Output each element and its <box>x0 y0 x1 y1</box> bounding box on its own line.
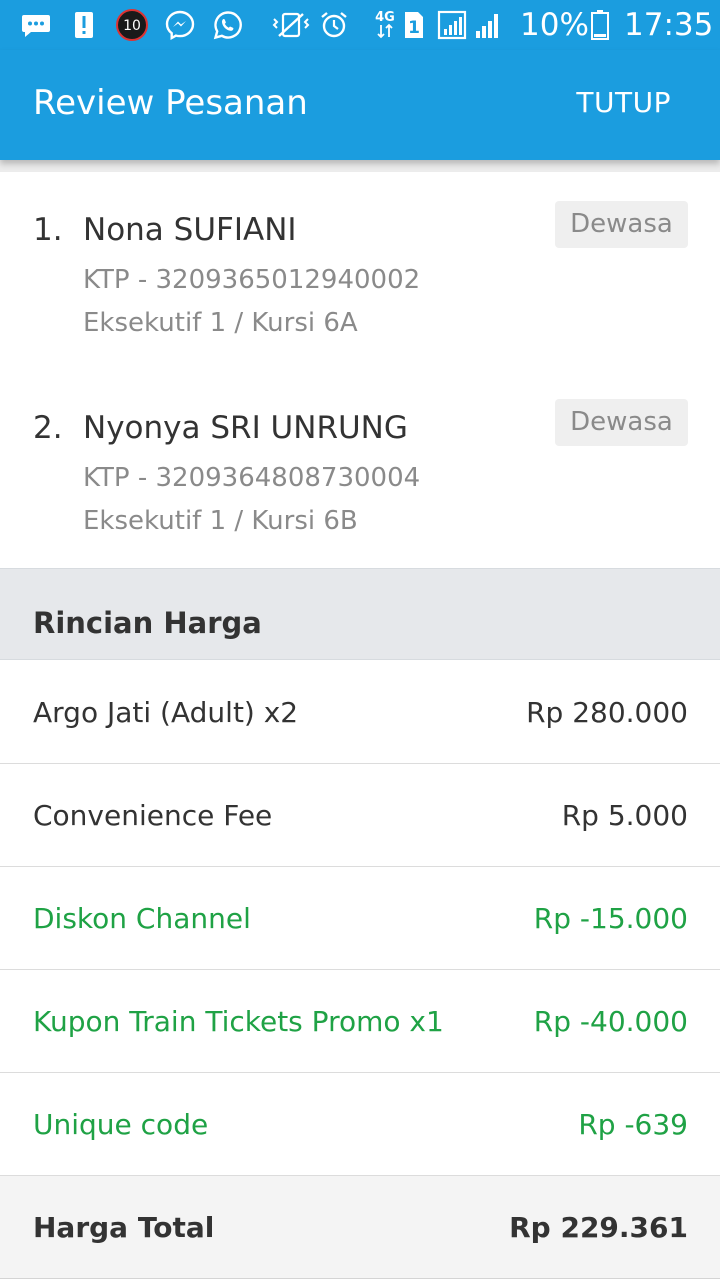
messenger-icon <box>164 8 196 42</box>
discount-row: Diskon Channel Rp -15.000 <box>0 867 720 970</box>
price-row-label: Convenience Fee <box>33 799 273 832</box>
notification-count-icon: 10 <box>115 8 149 42</box>
network-4g-icon: 4G <box>372 8 398 42</box>
price-row-value: Rp 280.000 <box>526 696 688 729</box>
total-value: Rp 229.361 <box>509 1211 688 1244</box>
discount-row-label: Kupon Train Tickets Promo x1 <box>33 1005 444 1038</box>
price-row: Convenience Fee Rp 5.000 <box>0 764 720 867</box>
discount-row: Kupon Train Tickets Promo x1 Rp -40.000 <box>0 970 720 1073</box>
total-row: Harga Total Rp 229.361 <box>0 1176 720 1279</box>
discount-row-label: Diskon Channel <box>33 902 251 935</box>
discount-row-value: Rp -639 <box>578 1108 688 1141</box>
whatsapp-icon <box>212 8 244 42</box>
svg-text:4G: 4G <box>375 10 395 25</box>
signal-icon <box>436 8 468 42</box>
page-title: Review Pesanan <box>33 83 308 123</box>
passenger-name: Nona SUFIANI <box>83 212 297 248</box>
passenger-number: 1. <box>33 212 63 248</box>
passenger-seat: Eksekutif 1 / Kursi 6A <box>83 308 358 338</box>
svg-text:10: 10 <box>123 18 141 34</box>
price-row: Argo Jati (Adult) x2 Rp 280.000 <box>0 661 720 764</box>
price-section-header: Rincian Harga <box>0 569 720 660</box>
passenger-type-badge: Dewasa <box>555 399 688 446</box>
passenger-number: 2. <box>33 410 63 446</box>
price-row-value: Rp 5.000 <box>561 799 688 832</box>
passenger-item: 1. Nona SUFIANI KTP - 3209365012940002 E… <box>0 201 720 362</box>
battery-percent: 10% <box>520 7 589 43</box>
passenger-type-badge: Dewasa <box>555 201 688 248</box>
discount-row-label: Unique code <box>33 1108 209 1141</box>
passenger-card: 1. Nona SUFIANI KTP - 3209365012940002 E… <box>0 172 720 569</box>
passenger-name: Nyonya SRI UNRUNG <box>83 410 408 446</box>
battery-icon <box>590 8 610 42</box>
vibrate-icon <box>270 8 312 42</box>
discount-row-value: Rp -15.000 <box>533 902 688 935</box>
passenger-id: KTP - 3209365012940002 <box>83 265 421 295</box>
passenger-item: 2. Nyonya SRI UNRUNG KTP - 3209364808730… <box>0 399 720 560</box>
sim-icon: 1 <box>402 8 426 42</box>
svg-text:1: 1 <box>408 18 420 38</box>
clock: 17:35 <box>624 7 714 43</box>
price-section-title: Rincian Harga <box>33 606 262 640</box>
alert-icon <box>72 8 96 42</box>
app-bar: Review Pesanan TUTUP <box>0 50 720 160</box>
discount-row: Unique code Rp -639 <box>0 1073 720 1176</box>
total-label: Harga Total <box>33 1211 215 1244</box>
passenger-section: 1. Nona SUFIANI KTP - 3209365012940002 E… <box>0 160 720 569</box>
discount-row-value: Rp -40.000 <box>533 1005 688 1038</box>
passenger-id: KTP - 3209364808730004 <box>83 463 421 493</box>
message-icon <box>20 8 52 42</box>
status-bar: 10 4G 1 10% 17:35 <box>0 0 720 50</box>
passenger-seat: Eksekutif 1 / Kursi 6B <box>83 506 358 536</box>
signal-icon <box>472 8 504 42</box>
price-row-label: Argo Jati (Adult) x2 <box>33 696 299 729</box>
close-button[interactable]: TUTUP <box>576 86 671 119</box>
alarm-icon <box>318 8 350 42</box>
